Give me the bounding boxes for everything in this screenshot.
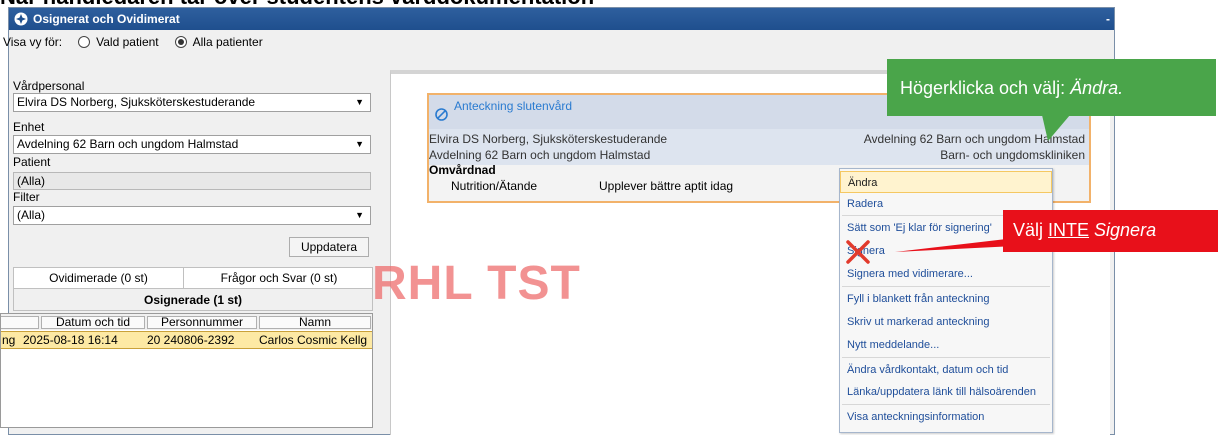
row-pnr: 20 240806-2392 xyxy=(147,333,235,347)
note-meta: Elvira DS Norberg, Sjuksköterskestuderan… xyxy=(429,129,1089,165)
staff-value: Elvira DS Norberg, Sjuksköterskestuderan… xyxy=(17,95,256,109)
filter-label: Filter xyxy=(13,190,40,204)
green-callout-emphasis: Ändra. xyxy=(1070,78,1124,98)
app-icon xyxy=(14,12,28,26)
tab-unvidimated[interactable]: Ovidimerade (0 st) xyxy=(14,268,184,288)
unit-select[interactable]: Avdelning 62 Barn och ungdom Halmstad ▼ xyxy=(13,135,371,154)
filter-value: (Alla) xyxy=(17,208,46,222)
note-unit: Avdelning 62 Barn och ungdom Halmstad xyxy=(429,148,651,162)
context-menu: Ändra Radera Sätt som 'Ej klar för signe… xyxy=(839,168,1053,433)
red-callout-underlined: INTE xyxy=(1048,220,1090,240)
table-row[interactable]: ng 2025-08-18 16:14 20 240806-2392 Carlo… xyxy=(1,331,372,349)
radio-checked-icon xyxy=(174,36,187,48)
unsigned-grid: Datum och tid Personnummer Namn ng 2025-… xyxy=(0,313,373,428)
grid-header: Datum och tid Personnummer Namn xyxy=(1,314,372,330)
update-button[interactable]: Uppdatera xyxy=(289,237,369,257)
tab-questions[interactable]: Frågor och Svar (0 st) xyxy=(186,268,372,288)
green-callout-pointer-icon xyxy=(1042,115,1070,141)
patient-label: Patient xyxy=(13,155,51,169)
note-section: Omvårdnad xyxy=(429,163,496,177)
window-titlebar: Osignerat och Ovidimerat - xyxy=(9,8,1114,30)
menu-item-new-message[interactable]: Nytt meddelande... xyxy=(840,334,1052,356)
chevron-down-icon: ▼ xyxy=(355,210,364,220)
window-title: Osignerat och Ovidimerat xyxy=(33,12,180,26)
green-callout-text: Högerklicka och välj: Ändra. xyxy=(900,75,1123,101)
row-datetime: 2025-08-18 16:14 xyxy=(23,333,118,347)
chevron-down-icon: ▼ xyxy=(355,139,364,149)
tab-unsigned[interactable]: Osignerade (1 st) xyxy=(13,289,373,311)
patient-field: (Alla) xyxy=(13,172,371,190)
menu-item-change-contact[interactable]: Ändra vårdkontakt, datum och tid xyxy=(840,359,1052,381)
menu-item-note-info[interactable]: Visa anteckningsinformation xyxy=(840,406,1052,428)
red-callout: Välj INTE Signera xyxy=(1003,210,1218,252)
radio-all-patients[interactable]: Alla patienter xyxy=(174,35,263,49)
menu-item-print[interactable]: Skriv ut markerad anteckning xyxy=(840,311,1052,333)
red-callout-text: Välj INTE Signera xyxy=(1013,219,1156,241)
note-text: Upplever bättre aptit idag xyxy=(599,179,734,193)
red-callout-prefix: Välj xyxy=(1013,220,1049,240)
filter-select[interactable]: (Alla) ▼ xyxy=(13,206,371,225)
staff-select[interactable]: Elvira DS Norberg, Sjuksköterskestuderan… xyxy=(13,93,371,112)
radio-selected-patient-label: Vald patient xyxy=(96,35,159,49)
no-entry-icon xyxy=(435,108,448,121)
unit-label: Enhet xyxy=(13,120,45,134)
menu-separator xyxy=(842,357,1050,358)
view-label: Visa vy för: xyxy=(3,35,63,49)
menu-item-fill-form[interactable]: Fyll i blankett från anteckning xyxy=(840,288,1052,310)
view-selector: Visa vy för: Vald patient Alla patienter xyxy=(3,34,263,50)
menu-separator xyxy=(842,404,1050,405)
note-keyword: Nutrition/Ätande xyxy=(451,179,538,193)
unit-value: Avdelning 62 Barn och ungdom Halmstad xyxy=(17,137,239,151)
grid-header-name[interactable]: Namn xyxy=(259,316,371,329)
radio-selected-patient[interactable]: Vald patient xyxy=(78,35,159,49)
row-name: Carlos Cosmic Kellg xyxy=(259,333,368,347)
minimize-button[interactable]: - xyxy=(1106,8,1110,30)
note-clinic: Barn- och ungdomskliniken xyxy=(940,148,1085,162)
grid-header-blank xyxy=(1,316,39,329)
red-callout-suffix: Signera xyxy=(1089,220,1157,240)
patient-value: (Alla) xyxy=(17,174,46,188)
radio-circle-icon xyxy=(78,36,91,48)
green-callout: Högerklicka och välj: Ändra. xyxy=(887,59,1216,116)
chevron-down-icon: ▼ xyxy=(355,97,364,107)
test-watermark: RHL TST xyxy=(372,257,581,310)
note-title: Anteckning slutenvård xyxy=(454,99,573,113)
menu-item-link-health[interactable]: Länka/uppdatera länk till hälsoärenden xyxy=(840,381,1052,403)
note-author: Elvira DS Norberg, Sjuksköterskestuderan… xyxy=(429,132,668,146)
radio-all-patients-label: Alla patienter xyxy=(192,35,263,49)
tab-strip: Ovidimerade (0 st) Frågor och Svar (0 st… xyxy=(13,267,373,289)
grid-header-pnr[interactable]: Personnummer xyxy=(147,316,257,329)
staff-label: Vårdpersonal xyxy=(13,79,85,93)
green-callout-prefix: Högerklicka och välj: xyxy=(900,78,1071,98)
menu-separator xyxy=(842,286,1050,287)
red-callout-pointer-icon xyxy=(895,238,1015,252)
menu-item-edit[interactable]: Ändra xyxy=(840,171,1052,193)
grid-header-datetime[interactable]: Datum och tid xyxy=(41,316,145,329)
cross-mark-icon xyxy=(846,240,870,264)
